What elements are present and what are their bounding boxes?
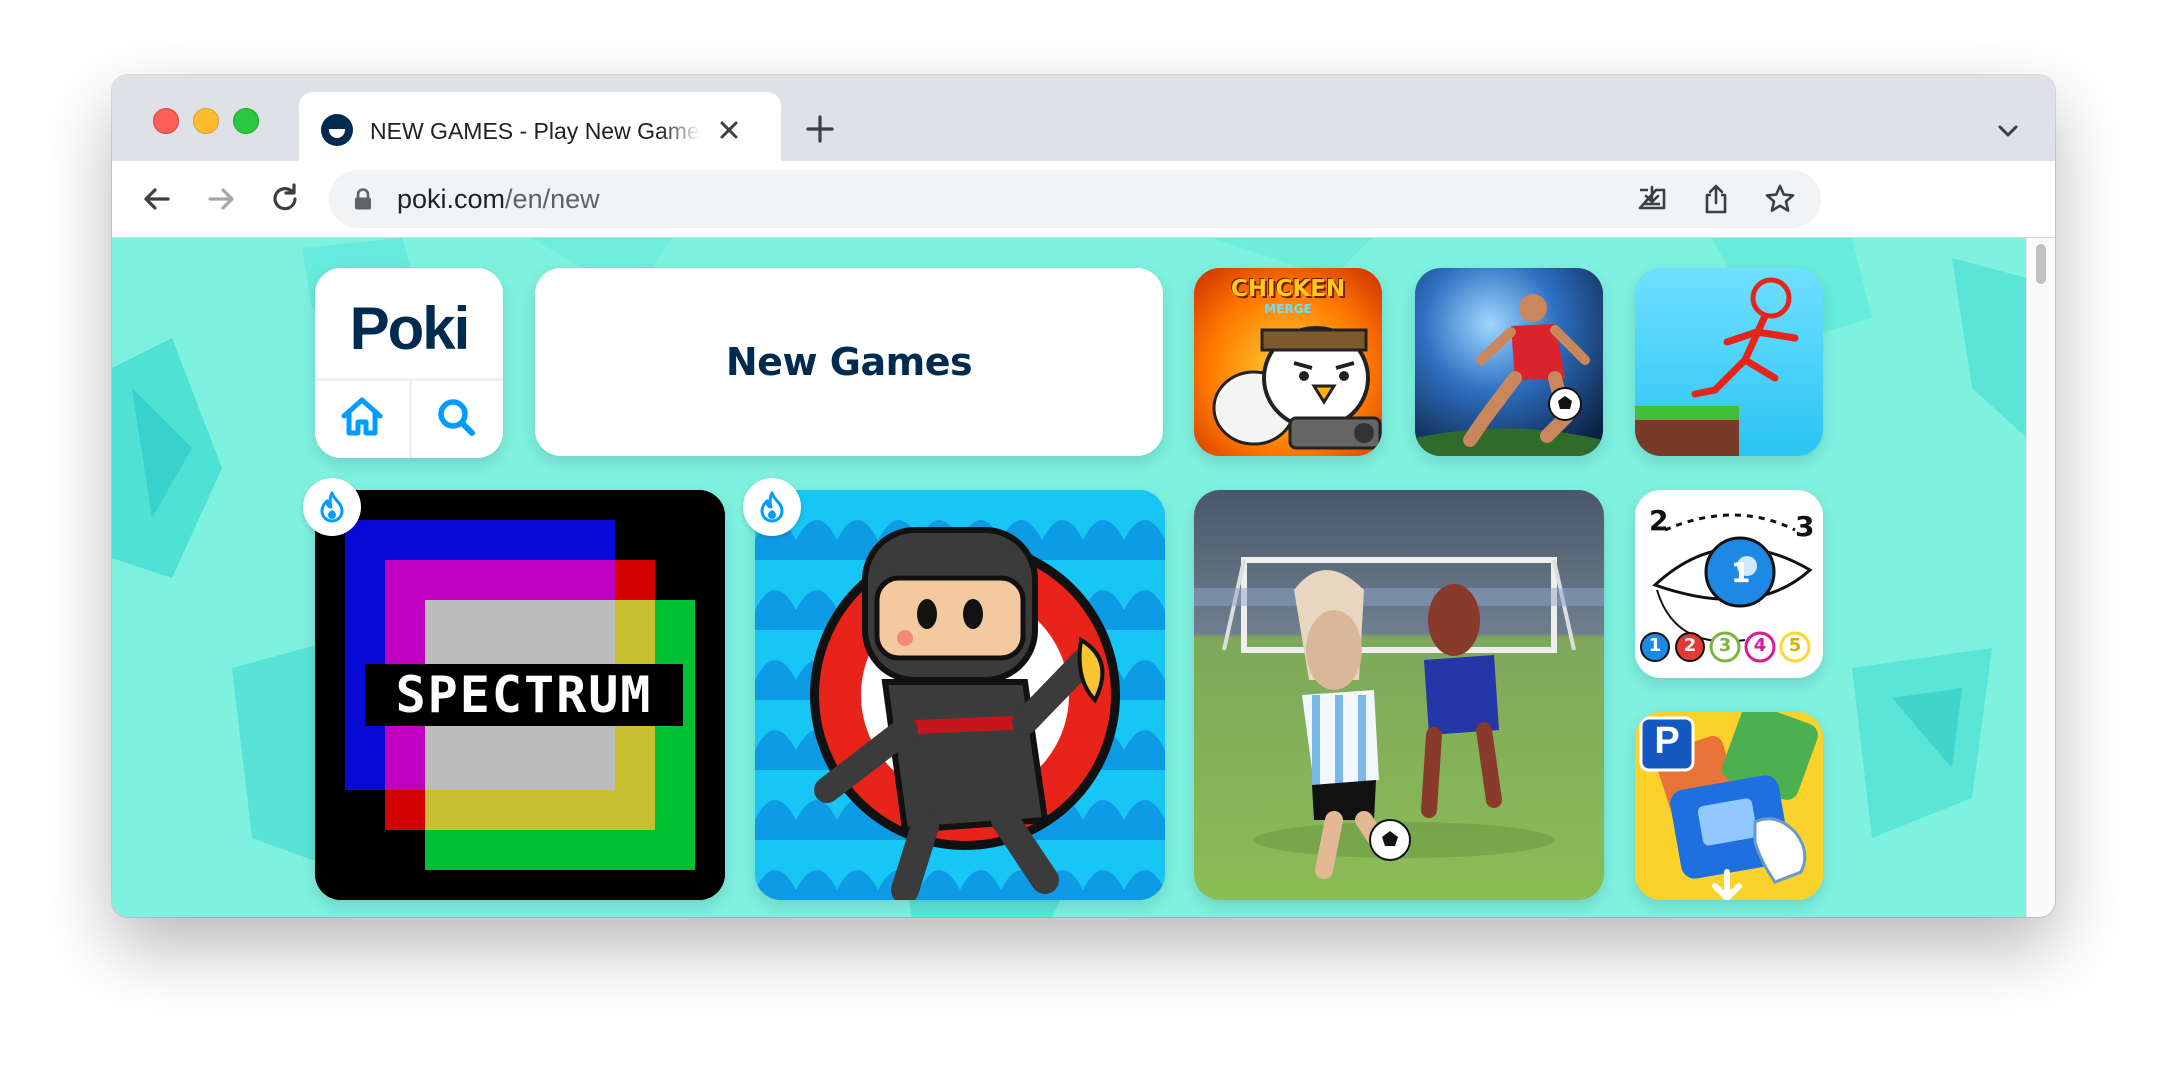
eye-number-2: 2 [1649, 504, 1669, 537]
bookmark-star-icon[interactable] [1763, 182, 1797, 216]
tab-title: NEW GAMES - Play New Games [370, 118, 700, 144]
address-bar[interactable]: poki.com/en/new [329, 170, 1821, 228]
spectrum-logo: SPECTRUM [365, 664, 683, 726]
game-tile-soccer-strike[interactable] [1415, 268, 1603, 456]
page-title-card: New Games [535, 268, 1163, 456]
lock-icon[interactable] [353, 188, 373, 210]
close-window-button[interactable] [153, 108, 179, 134]
scrollbar-thumb[interactable] [2036, 244, 2046, 284]
new-tab-icon[interactable] [800, 109, 840, 149]
search-icon[interactable] [431, 392, 481, 442]
stickman-thumbnail [1635, 268, 1823, 456]
fire-icon [320, 491, 344, 523]
eye-dot-1: 1 [1648, 635, 1662, 656]
close-tab-icon[interactable] [711, 112, 747, 148]
eye-number-3: 3 [1795, 510, 1815, 543]
game-tile-ninja[interactable] [755, 490, 1165, 900]
forward-arrow-icon[interactable] [202, 180, 240, 218]
page-viewport: Poki New Games CHICKEN MERGE SPECTRUM 2 … [112, 238, 2055, 917]
game-tile-football[interactable] [1194, 490, 1604, 900]
install-app-icon[interactable] [1635, 182, 1669, 216]
home-icon[interactable] [337, 392, 387, 442]
ninja-thumbnail [755, 490, 1165, 900]
hot-badge [303, 478, 361, 536]
game-tile-eye-puzzle[interactable]: 2 3 1 1 2 3 4 5 [1635, 490, 1823, 678]
tab-search-chevron-icon[interactable] [1992, 115, 2024, 147]
share-icon[interactable] [1699, 182, 1733, 216]
poki-favicon-icon [321, 114, 353, 146]
page-title: New Games [725, 340, 973, 384]
hot-badge [743, 478, 801, 536]
fire-icon [760, 491, 784, 523]
game-tile-stickman[interactable] [1635, 268, 1823, 456]
vertical-scrollbar[interactable] [2026, 238, 2055, 917]
chicken-merge-subtitle: MERGE [1264, 302, 1312, 316]
minimize-window-button[interactable] [193, 108, 219, 134]
browser-toolbar: poki.com/en/new [112, 161, 2055, 238]
eye-dot-3: 3 [1718, 635, 1732, 656]
game-tile-chicken-merge[interactable]: CHICKEN MERGE [1194, 268, 1382, 456]
divider [409, 378, 412, 458]
game-tile-spectrum[interactable]: SPECTRUM [315, 490, 725, 900]
poki-logo-card: Poki [315, 268, 503, 458]
football-thumbnail [1194, 490, 1604, 900]
url-text[interactable]: poki.com/en/new [397, 184, 600, 214]
title-bar: NEW GAMES - Play New Games [112, 75, 2055, 161]
eye-center-number: 1 [1731, 556, 1751, 589]
soccer-strike-thumbnail [1415, 268, 1603, 456]
reload-icon[interactable] [266, 180, 304, 218]
eye-dot-5: 5 [1788, 635, 1802, 656]
eye-dot-2: 2 [1683, 635, 1697, 656]
browser-window: NEW GAMES - Play New Games poki.com/en/n… [112, 75, 2055, 917]
poki-logo[interactable]: Poki [315, 294, 503, 363]
parking-sign: P [1654, 720, 1680, 762]
game-tile-parking[interactable]: P [1635, 712, 1823, 900]
eye-dot-4: 4 [1753, 635, 1767, 656]
maximize-window-button[interactable] [233, 108, 259, 134]
back-arrow-icon[interactable] [138, 180, 176, 218]
chicken-merge-logo: CHICKEN [1230, 276, 1346, 302]
browser-tab[interactable]: NEW GAMES - Play New Games [299, 92, 781, 161]
